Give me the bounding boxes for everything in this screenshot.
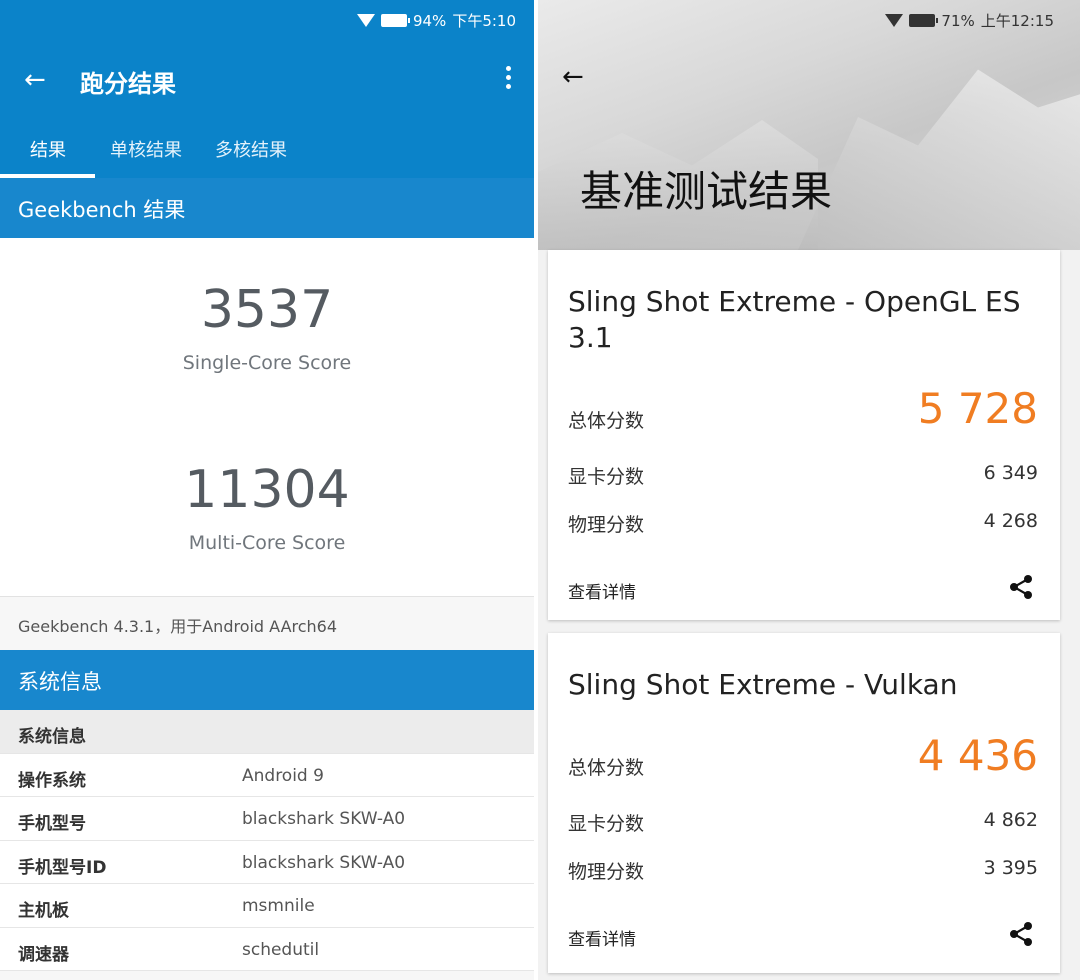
- row-key: 手机型号: [18, 814, 86, 834]
- table-row: 主机板 msmnile: [0, 884, 534, 928]
- row-value: blackshark SKW-A0: [242, 809, 406, 829]
- gpu-score-row: 显卡分数 6 349: [568, 462, 1038, 489]
- status-bar: 71% 上午12:15: [885, 10, 1054, 31]
- more-options-icon[interactable]: [506, 66, 512, 92]
- 3dmark-panel: 71% 上午12:15 ← 基准测试结果 Sling Shot Extreme …: [538, 0, 1080, 980]
- row-value: blackshark SKW-A0: [242, 852, 406, 873]
- physics-score-row: 物理分数 4 268: [568, 510, 1038, 537]
- row-value: Android 9: [242, 765, 324, 786]
- tab-multi-core[interactable]: 多核结果: [215, 136, 287, 162]
- total-score-label: 总体分数: [568, 757, 645, 779]
- table-row: 操作系统 Android 9: [0, 753, 534, 797]
- page-title: 跑分结果: [80, 70, 176, 98]
- wifi-icon: [356, 14, 375, 27]
- physics-score-value: 3 395: [983, 857, 1038, 879]
- table-row: 调速器 schedutil: [0, 927, 534, 971]
- view-details-link[interactable]: 查看详情: [568, 578, 636, 603]
- row-key: 操作系统: [18, 770, 86, 791]
- row-value: schedutil: [242, 939, 320, 960]
- hero-rock-image: [798, 69, 1080, 250]
- back-arrow-icon[interactable]: ←: [562, 62, 584, 92]
- result-card-opengl: Sling Shot Extreme - OpenGL ES 3.1 总体分数 …: [548, 250, 1060, 620]
- single-core-label: Single-Core Score: [182, 352, 352, 374]
- page-title: 基准测试结果: [580, 167, 833, 216]
- single-core-score: 3537: [200, 280, 334, 340]
- gpu-score-value: 6 349: [983, 462, 1038, 484]
- row-key: 主机板: [18, 901, 69, 921]
- system-info-table: 系统信息 操作系统 Android 9 手机型号 blackshark SKW-…: [0, 710, 534, 971]
- share-icon[interactable]: [1008, 921, 1034, 947]
- version-info: Geekbench 4.3.1，用于Android AArch64: [0, 596, 534, 650]
- physics-score-label: 物理分数: [568, 514, 645, 536]
- tab-bar: 结果 单核结果 多核结果: [0, 120, 534, 178]
- physics-score-label: 物理分数: [568, 861, 645, 883]
- result-card-vulkan: Sling Shot Extreme - Vulkan 总体分数 4 436 显…: [548, 633, 1060, 973]
- row-value: msmnile: [242, 896, 315, 916]
- tab-single-core[interactable]: 单核结果: [110, 136, 182, 162]
- table-header-label: 系统信息: [18, 727, 86, 747]
- wifi-icon: [885, 14, 904, 27]
- multi-core-score: 11304: [184, 460, 350, 520]
- clock: 上午12:15: [980, 12, 1054, 30]
- table-row: 手机型号ID blackshark SKW-A0: [0, 840, 534, 884]
- physics-score-value: 4 268: [983, 510, 1038, 532]
- back-arrow-icon[interactable]: ←: [24, 62, 46, 98]
- battery-percent: 71%: [941, 11, 975, 30]
- row-key: 调速器: [18, 944, 69, 965]
- card-title: Sling Shot Extreme - OpenGL ES 3.1: [568, 285, 1021, 354]
- scores-area: 3537 Single-Core Score 11304 Multi-Core …: [0, 238, 534, 596]
- tab-results[interactable]: 结果: [30, 136, 66, 162]
- status-bar: 94% 下午5:10: [0, 0, 534, 40]
- gpu-score-label: 显卡分数: [568, 813, 645, 835]
- table-header-row: 系统信息: [0, 710, 534, 754]
- physics-score-row: 物理分数 3 395: [568, 857, 1038, 884]
- clock: 下午5:10: [452, 12, 516, 30]
- table-row: 手机型号 blackshark SKW-A0: [0, 797, 534, 841]
- card-title: Sling Shot Extreme - Vulkan: [568, 668, 958, 701]
- row-key: 手机型号ID: [18, 857, 107, 878]
- system-info-header: 系统信息: [0, 650, 534, 710]
- gpu-score-label: 显卡分数: [568, 466, 645, 488]
- app-bar: ← 跑分结果: [0, 40, 534, 120]
- battery-icon: [380, 14, 410, 27]
- gpu-score-row: 显卡分数 4 862: [568, 809, 1038, 836]
- view-details-link[interactable]: 查看详情: [568, 925, 636, 950]
- total-score-value: 4 436: [917, 731, 1038, 780]
- total-score-value: 5 728: [917, 384, 1038, 433]
- gpu-score-value: 4 862: [983, 809, 1038, 831]
- geekbench-results-header: Geekbench 结果: [0, 178, 534, 238]
- battery-percent: 94%: [412, 11, 447, 30]
- total-score-label: 总体分数: [568, 410, 645, 432]
- geekbench-panel: 94% 下午5:10 ← 跑分结果 结果 单核结果 多核结果 Geekbench…: [0, 0, 534, 980]
- multi-core-label: Multi-Core Score: [188, 532, 346, 554]
- battery-icon: [909, 14, 939, 27]
- share-icon[interactable]: [1008, 574, 1034, 600]
